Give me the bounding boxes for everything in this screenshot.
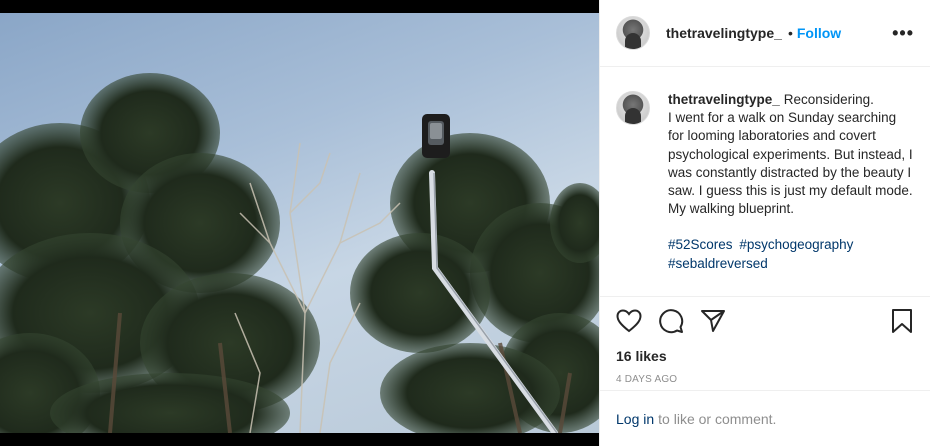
caption-avatar[interactable] [616, 91, 650, 125]
paper-plane-icon [701, 310, 725, 332]
comment-button[interactable] [658, 308, 684, 334]
login-prompt-text: to like or comment. [658, 410, 777, 427]
post-side-panel: thetravelingtype_ • Follow ••• thetravel… [599, 0, 930, 446]
more-options-icon[interactable]: ••• [892, 24, 914, 42]
caption-text: Reconsidering. I went for a walk on Sund… [668, 92, 913, 217]
caption-username[interactable]: thetravelingtype_ [668, 92, 780, 107]
post-photo[interactable] [0, 13, 599, 433]
hashtags: #52Scores #psychogeography #sebaldrevers… [668, 236, 913, 272]
street-lamp-trees-image [0, 73, 599, 433]
comment-icon [659, 309, 684, 334]
avatar[interactable] [616, 16, 650, 50]
separator-dot: • [787, 25, 793, 41]
hashtag-link[interactable]: #52Scores [668, 237, 733, 252]
post-timestamp[interactable]: 4 DAYS AGO [600, 374, 930, 388]
post-username[interactable]: thetravelingtype_ [666, 25, 782, 41]
bookmark-icon [892, 309, 912, 333]
login-link[interactable]: Log in [616, 411, 654, 427]
login-prompt: Log in to like or comment. [600, 390, 930, 446]
caption: thetravelingtype_ Reconsidering. I went f… [668, 91, 913, 296]
hashtag-link[interactable]: #psychogeography [739, 237, 853, 252]
likes-count[interactable]: 16 likes [600, 345, 930, 367]
share-button[interactable] [700, 309, 726, 333]
post-header: thetravelingtype_ • Follow ••• [600, 0, 930, 67]
follow-button[interactable]: Follow [797, 25, 841, 41]
save-button[interactable] [890, 308, 914, 334]
like-button[interactable] [616, 309, 642, 333]
action-bar [600, 297, 930, 345]
hashtag-link[interactable]: #sebaldreversed [668, 256, 768, 271]
comments-section[interactable]: thetravelingtype_ Reconsidering. I went f… [600, 67, 930, 297]
heart-icon [616, 309, 642, 333]
